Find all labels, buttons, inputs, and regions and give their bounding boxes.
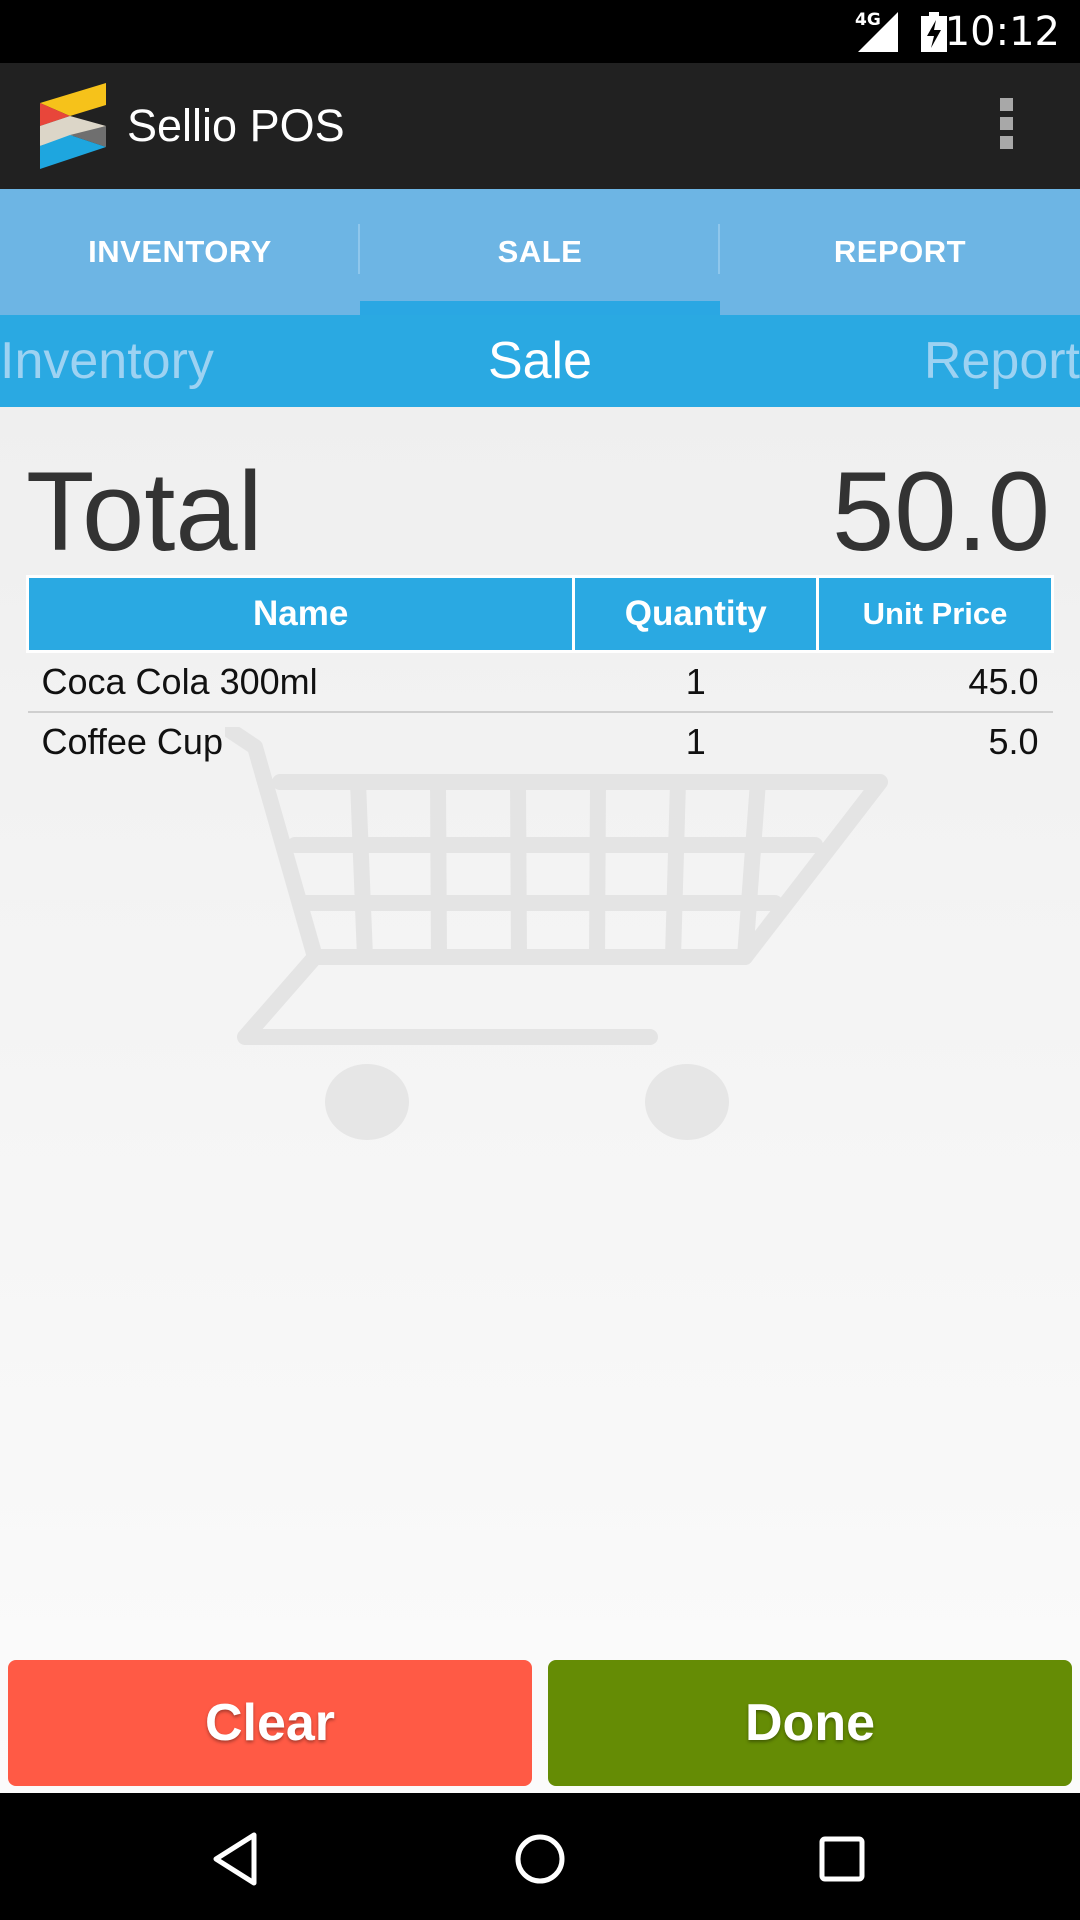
shopping-cart-icon — [225, 727, 888, 1140]
system-nav-bar — [0, 1793, 1080, 1920]
tab-bar: INVENTORY SALE REPORT — [0, 189, 1080, 315]
column-header-unit-price: Unit Price — [816, 575, 1054, 653]
tab-label: INVENTORY — [88, 234, 272, 269]
item-unit-price: 45.0 — [817, 651, 1053, 713]
sale-items-table: Name Quantity Unit Price Coca Cola 300ml… — [25, 575, 1054, 771]
selected-tab-indicator — [360, 301, 720, 315]
item-name: Coca Cola 300ml — [27, 651, 574, 713]
tab-report[interactable]: REPORT — [720, 189, 1080, 315]
tab-sale[interactable]: SALE — [360, 189, 720, 315]
status-bar: 4G 10:12 — [0, 0, 1080, 63]
table-header: Name Quantity Unit Price — [25, 575, 1054, 653]
clock: 10:12 — [944, 9, 1060, 55]
column-header-quantity: Quantity — [572, 575, 820, 653]
page-title-strip: Inventory Sale Report — [0, 315, 1080, 407]
clear-button[interactable]: Clear — [8, 1660, 532, 1786]
total-value: 50.0 — [832, 449, 1050, 574]
tab-inventory[interactable]: INVENTORY — [0, 189, 360, 315]
overflow-menu-icon[interactable] — [986, 98, 1026, 158]
sellio-logo-icon — [40, 83, 106, 169]
tab-label: SALE — [497, 234, 583, 269]
column-header-name: Name — [25, 575, 576, 653]
item-name: Coffee Cup — [41, 721, 223, 762]
next-page-title[interactable]: Report — [924, 331, 1080, 391]
table-row[interactable]: Coca Cola 300ml 1 45.0 — [27, 651, 1053, 713]
item-quantity: 1 — [685, 721, 706, 762]
total-label: Total — [26, 449, 263, 574]
table-row[interactable]: Coffee Cup 1 5.0 — [28, 712, 1053, 771]
home-icon[interactable] — [510, 1829, 570, 1889]
recents-icon[interactable] — [812, 1829, 872, 1889]
app-toolbar: Sellio POS — [0, 63, 1080, 189]
app-title: Sellio POS — [127, 100, 345, 151]
battery-charging-icon — [921, 12, 947, 52]
back-icon[interactable] — [206, 1829, 266, 1889]
signal-icon — [858, 12, 898, 52]
tab-label: REPORT — [833, 234, 967, 269]
page-title: Sale — [487, 332, 593, 390]
item-unit-price: 5.0 — [988, 721, 1039, 762]
item-quantity: 1 — [573, 651, 818, 713]
done-button[interactable]: Done — [548, 1660, 1072, 1786]
sale-content: Total 50.0 Name Quantity Unit Price Coca… — [0, 407, 1080, 1793]
